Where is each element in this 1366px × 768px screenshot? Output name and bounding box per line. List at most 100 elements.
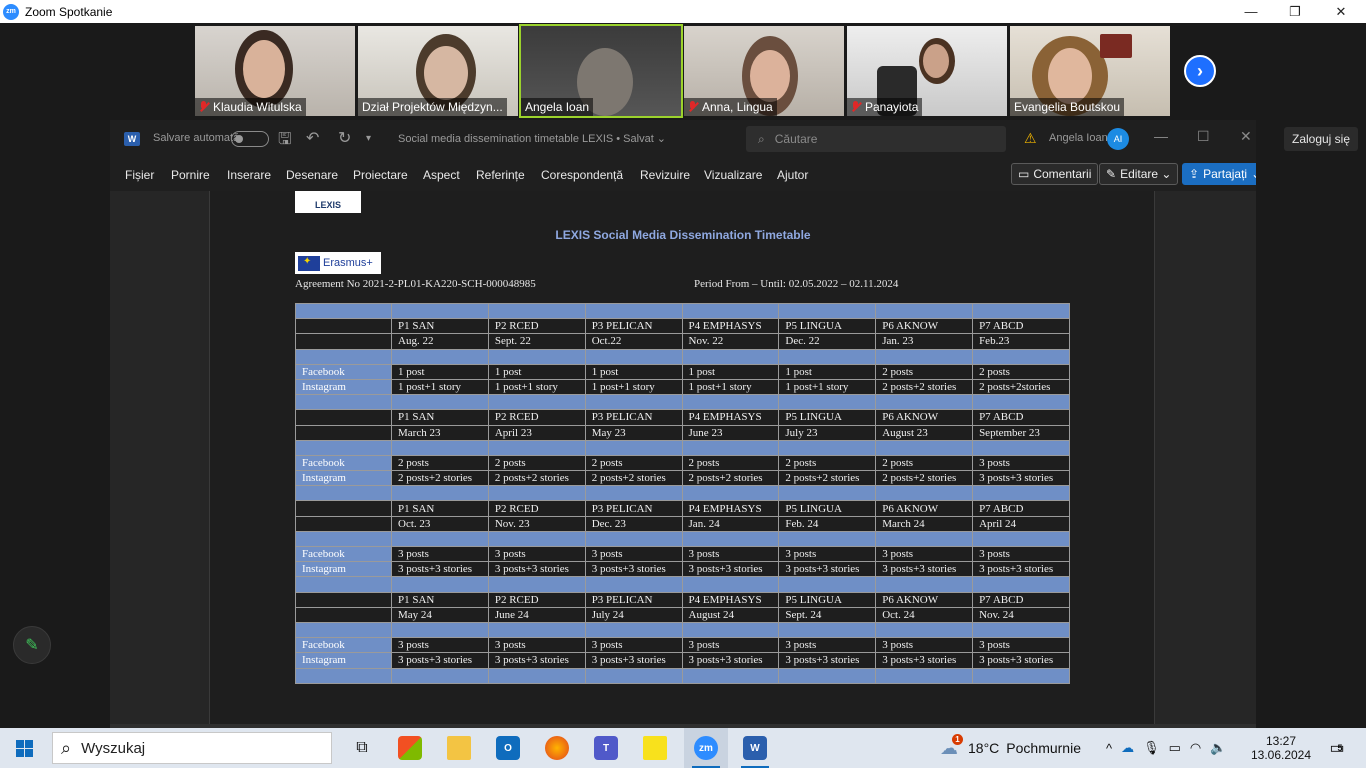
table-cell: 3 posts+3 stories [972,652,1070,669]
close-button[interactable]: ✕ [1318,0,1364,23]
table-cell [295,439,392,456]
participant-tile[interactable]: Evangelia Boutskou [1010,26,1170,116]
table-cell: P6 AKNOW [875,318,974,335]
table-cell: 2 posts+2 stories [778,470,877,487]
microphone-icon[interactable]: 🎙 [1143,740,1160,756]
table-cell: August 23 [875,424,974,441]
instagram-row: Instagram 3 posts+3 stories 3 posts+3 stor… [295,561,1070,578]
row-label-cell [295,333,392,350]
windows-taskbar: ⌕ Wyszukaj ⧉ O T zm W ☁ 1 18°C Pochmurnie… [0,728,1366,768]
word-close-icon[interactable]: ✕ [1240,128,1252,145]
system-tray: ^ ☁ 🎙 ▭ ◠ 🔈 [1106,728,1226,768]
tab-home[interactable]: Pornire [171,168,210,182]
table-cell [391,667,489,684]
volume-icon[interactable]: 🔈 [1210,740,1226,756]
microsoft-store-icon[interactable] [390,728,430,768]
tab-references[interactable]: Referințe [476,168,525,182]
save-icon[interactable]: 🖫 [278,128,292,155]
clock[interactable]: 13:27 13.06.2024 [1251,728,1311,768]
autosave-toggle[interactable] [231,131,269,147]
table-cell: P1 SAN [391,500,489,517]
file-explorer-icon[interactable] [439,728,479,768]
document-title[interactable]: Social media dissemination timetable LEX… [398,132,666,145]
weather-badge: 1 [952,733,963,745]
table-cell: P7 ABCD [972,318,1070,335]
tab-mailings[interactable]: Corespondență [541,168,623,182]
next-participants-button[interactable]: › [1184,55,1216,87]
table-cell [972,576,1070,593]
firefox-icon[interactable] [537,728,577,768]
table-cell [681,667,780,684]
participant-tile[interactable]: Anna, Lingua [684,26,844,116]
undo-icon[interactable]: ↶ [306,128,319,148]
table-cell: P1 SAN [391,591,489,608]
wifi-icon[interactable]: ◠ [1190,740,1201,756]
pencil-icon[interactable]: ✎ [13,626,51,664]
notifications-button[interactable]: ▭ 5 [1324,728,1350,768]
quick-access-chevron-icon[interactable]: ▾ [366,133,371,144]
outlook-icon[interactable]: O [488,728,528,768]
redo-icon[interactable]: ↻ [338,128,351,148]
restore-button[interactable]: ❐ [1272,0,1318,23]
table-cell: 1 post [391,363,489,380]
participant-tile[interactable]: Dział Projektów Międzyn... [358,26,518,116]
minimize-button[interactable]: — [1228,0,1274,23]
table-cell [391,485,489,502]
participant-tile[interactable]: Panayiota [847,26,1007,116]
pencil-edit-icon: ✎ [1106,167,1117,181]
table-cell: April 24 [972,515,1070,532]
tab-view[interactable]: Vizualizare [704,168,762,182]
table-cell: 3 posts [681,545,780,563]
sticky-notes-icon[interactable] [635,728,675,768]
warning-icon[interactable]: ⚠ [1024,130,1037,147]
facebook-row: Facebook 3 posts 3 posts 3 posts 3 posts 3 po… [295,545,1070,563]
tab-design[interactable]: Proiectare [353,168,408,182]
chevron-up-icon[interactable]: ^ [1106,741,1112,756]
table-cell: P4 EMPHASYS [681,318,780,335]
shared-word-window: W Salvare automată 🖫 ↶ ↻ ▾ Social media … [110,120,1256,728]
task-view-icon[interactable]: ⧉ [342,728,382,768]
comment-icon: ▭ [1018,167,1030,181]
table-cell [875,348,974,365]
table-cell: P5 LINGUA [778,591,877,608]
start-button[interactable] [0,728,48,768]
participant-tile[interactable]: Klaudia Witulska [195,26,355,116]
table-cell: 3 posts [584,545,683,563]
tab-review[interactable]: Revizuire [640,168,690,182]
tab-file[interactable]: Fișier [125,168,154,182]
teams-icon[interactable]: T [586,728,626,768]
participant-name-label: Evangelia Boutskou [1010,98,1125,116]
table-cell: P2 RCED [487,500,586,517]
table-cell: 1 post [681,363,780,380]
tab-insert[interactable]: Inserare [227,168,271,182]
comments-button[interactable]: ▭ Comentarii [1011,163,1099,185]
taskbar-search-input[interactable]: ⌕ Wyszukaj [52,732,332,764]
table-cell [681,621,780,639]
table-cell [875,667,974,684]
participant-tile-active[interactable]: Angela Ioan [519,24,683,118]
table-cell: 3 posts+3 stories [584,652,683,669]
editing-button[interactable]: ✎ Editare ⌄ [1099,163,1179,185]
word-taskbar-icon[interactable]: W [733,728,777,768]
battery-icon[interactable]: ▭ [1169,740,1181,756]
word-maximize-icon[interactable]: ☐ [1197,128,1210,145]
share-button[interactable]: ⇪Partajați⌄ [1182,163,1256,185]
weather-widget[interactable]: ☁ 1 18°C Pochmurnie [940,728,1081,768]
avatar[interactable]: AI [1107,128,1129,150]
onedrive-icon[interactable]: ☁ [1121,740,1134,756]
table-cell: 3 posts+3 stories [875,652,974,669]
word-search-input[interactable]: ⌕ Căutare [746,126,1006,152]
table-cell: P3 PELICAN [584,318,683,335]
tab-layout[interactable]: Aspect [423,168,460,182]
word-minimize-icon[interactable]: — [1154,128,1168,144]
table-cell [778,621,877,639]
table-cell [681,576,780,593]
tab-help[interactable]: Ajutor [777,168,808,182]
participant-name-label: Dział Projektów Międzyn... [358,98,507,116]
sign-in-button[interactable]: Zaloguj się [1284,127,1358,151]
table-cell: September 23 [972,424,1070,441]
zoom-taskbar-icon[interactable]: zm [684,728,728,768]
tab-draw[interactable]: Desenare [286,168,338,182]
table-cell [295,530,392,548]
table-cell: P3 PELICAN [584,500,683,517]
